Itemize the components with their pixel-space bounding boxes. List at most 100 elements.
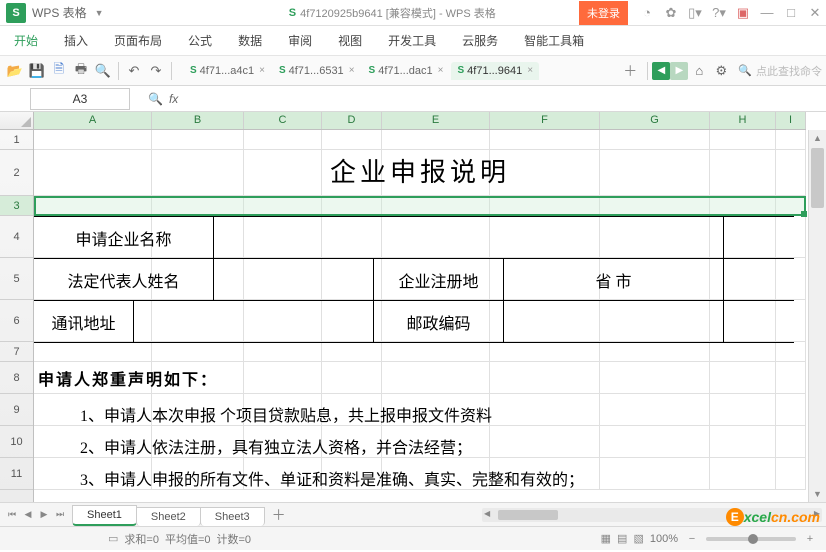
name-box[interactable]: A3 xyxy=(30,88,130,110)
cell[interactable] xyxy=(600,362,710,393)
cell[interactable] xyxy=(322,130,382,149)
minimize-button[interactable]: — xyxy=(756,2,778,24)
row-header-6[interactable]: 6 xyxy=(0,300,33,342)
zoom-knob[interactable] xyxy=(748,534,758,544)
cell[interactable] xyxy=(710,362,776,393)
cell[interactable] xyxy=(776,362,806,393)
zoom-in-button[interactable]: + xyxy=(802,533,818,545)
row-header-1[interactable]: 1 xyxy=(0,130,33,150)
doc-tab[interactable]: S4f71...dac1× xyxy=(363,62,450,80)
menu-插入[interactable]: 插入 xyxy=(60,26,92,55)
cell[interactable] xyxy=(490,394,600,425)
cell[interactable] xyxy=(152,426,244,457)
cell[interactable] xyxy=(710,216,776,257)
cell[interactable] xyxy=(382,196,490,215)
menu-页面布局[interactable]: 页面布局 xyxy=(110,26,166,55)
cell[interactable] xyxy=(382,342,490,361)
cell[interactable] xyxy=(382,130,490,149)
cell[interactable] xyxy=(322,150,382,195)
cell[interactable] xyxy=(322,196,382,215)
cell[interactable] xyxy=(244,458,322,489)
cell[interactable] xyxy=(490,216,600,257)
app-title[interactable]: WPS 表格 ▼ xyxy=(32,4,108,21)
cell[interactable] xyxy=(152,362,244,393)
home-icon[interactable]: ⌂ xyxy=(689,61,709,81)
cell[interactable] xyxy=(600,394,710,425)
tab-next-button[interactable]: ▶ xyxy=(670,62,688,80)
cell[interactable] xyxy=(600,258,710,299)
cell[interactable] xyxy=(322,300,382,341)
cell[interactable] xyxy=(776,300,806,341)
add-sheet-button[interactable]: ＋ xyxy=(264,505,294,525)
cell[interactable] xyxy=(490,342,600,361)
cell[interactable] xyxy=(244,394,322,425)
row-header-8[interactable]: 8 xyxy=(0,362,33,394)
sheet-prev-icon[interactable]: ◀ xyxy=(20,507,36,523)
spreadsheet-grid[interactable]: ABCDEFGHI 1234567891011 企业申报说明 申请企业名称 法定… xyxy=(0,112,826,502)
col-header-A[interactable]: A xyxy=(34,112,152,129)
scroll-down-icon[interactable]: ▼ xyxy=(809,486,826,502)
cell[interactable] xyxy=(710,426,776,457)
cell[interactable] xyxy=(600,150,710,195)
cell[interactable] xyxy=(152,150,244,195)
cell[interactable] xyxy=(710,258,776,299)
cell[interactable] xyxy=(244,342,322,361)
cell[interactable] xyxy=(776,458,806,489)
row-header-9[interactable]: 9 xyxy=(0,394,33,426)
menu-智能工具箱[interactable]: 智能工具箱 xyxy=(520,26,588,55)
cell[interactable] xyxy=(152,300,244,341)
redo-icon[interactable]: ↷ xyxy=(146,61,166,81)
col-header-E[interactable]: E xyxy=(382,112,490,129)
view-break-icon[interactable]: ▧ xyxy=(633,532,643,545)
cell[interactable] xyxy=(34,130,152,149)
menu-审阅[interactable]: 审阅 xyxy=(284,26,316,55)
cell[interactable] xyxy=(490,150,600,195)
cell[interactable] xyxy=(322,426,382,457)
help-icon[interactable]: ?▾ xyxy=(708,2,730,24)
cell[interactable] xyxy=(34,362,152,393)
view-normal-icon[interactable]: ▦ xyxy=(601,532,611,545)
cell[interactable] xyxy=(322,342,382,361)
col-header-G[interactable]: G xyxy=(600,112,710,129)
cell[interactable] xyxy=(600,342,710,361)
cell[interactable] xyxy=(244,196,322,215)
cell[interactable] xyxy=(152,196,244,215)
cell[interactable] xyxy=(776,426,806,457)
horizontal-scrollbar[interactable] xyxy=(482,508,822,522)
cell[interactable] xyxy=(776,150,806,195)
command-search[interactable]: 🔍 点此查找命令 xyxy=(732,63,822,79)
login-button[interactable]: 未登录 xyxy=(579,1,628,25)
cell[interactable] xyxy=(600,196,710,215)
cell[interactable] xyxy=(34,216,152,257)
cell[interactable] xyxy=(382,258,490,299)
open-icon[interactable]: 📂 xyxy=(5,61,25,81)
menu-开始[interactable]: 开始 xyxy=(10,26,42,55)
cell[interactable] xyxy=(710,196,776,215)
row-header-7[interactable]: 7 xyxy=(0,342,33,362)
row-header-2[interactable]: 2 xyxy=(0,150,33,196)
doc-tab[interactable]: S4f71...9641× xyxy=(451,62,539,80)
app-dropdown-icon[interactable]: ▼ xyxy=(95,8,104,18)
cell[interactable] xyxy=(34,196,152,215)
cell[interactable] xyxy=(34,426,152,457)
sheet-first-icon[interactable]: ⏮ xyxy=(4,507,20,523)
close-tab-icon[interactable]: × xyxy=(259,65,265,76)
cell[interactable] xyxy=(776,258,806,299)
cell[interactable] xyxy=(776,196,806,215)
scroll-up-icon[interactable]: ▲ xyxy=(809,130,826,146)
row-header-5[interactable]: 5 xyxy=(0,258,33,300)
sheet-tab-Sheet2[interactable]: Sheet2 xyxy=(136,507,201,526)
cell[interactable] xyxy=(776,394,806,425)
close-tab-icon[interactable]: × xyxy=(527,65,533,76)
cell[interactable] xyxy=(600,458,710,489)
cell[interactable] xyxy=(34,394,152,425)
cell[interactable] xyxy=(244,258,322,299)
menu-视图[interactable]: 视图 xyxy=(334,26,366,55)
cell[interactable] xyxy=(600,300,710,341)
cell[interactable] xyxy=(244,300,322,341)
cell[interactable] xyxy=(382,300,490,341)
cells-area[interactable] xyxy=(34,130,806,502)
cell[interactable] xyxy=(152,458,244,489)
cell[interactable] xyxy=(490,300,600,341)
settings-icon[interactable]: ⚙ xyxy=(711,61,731,81)
